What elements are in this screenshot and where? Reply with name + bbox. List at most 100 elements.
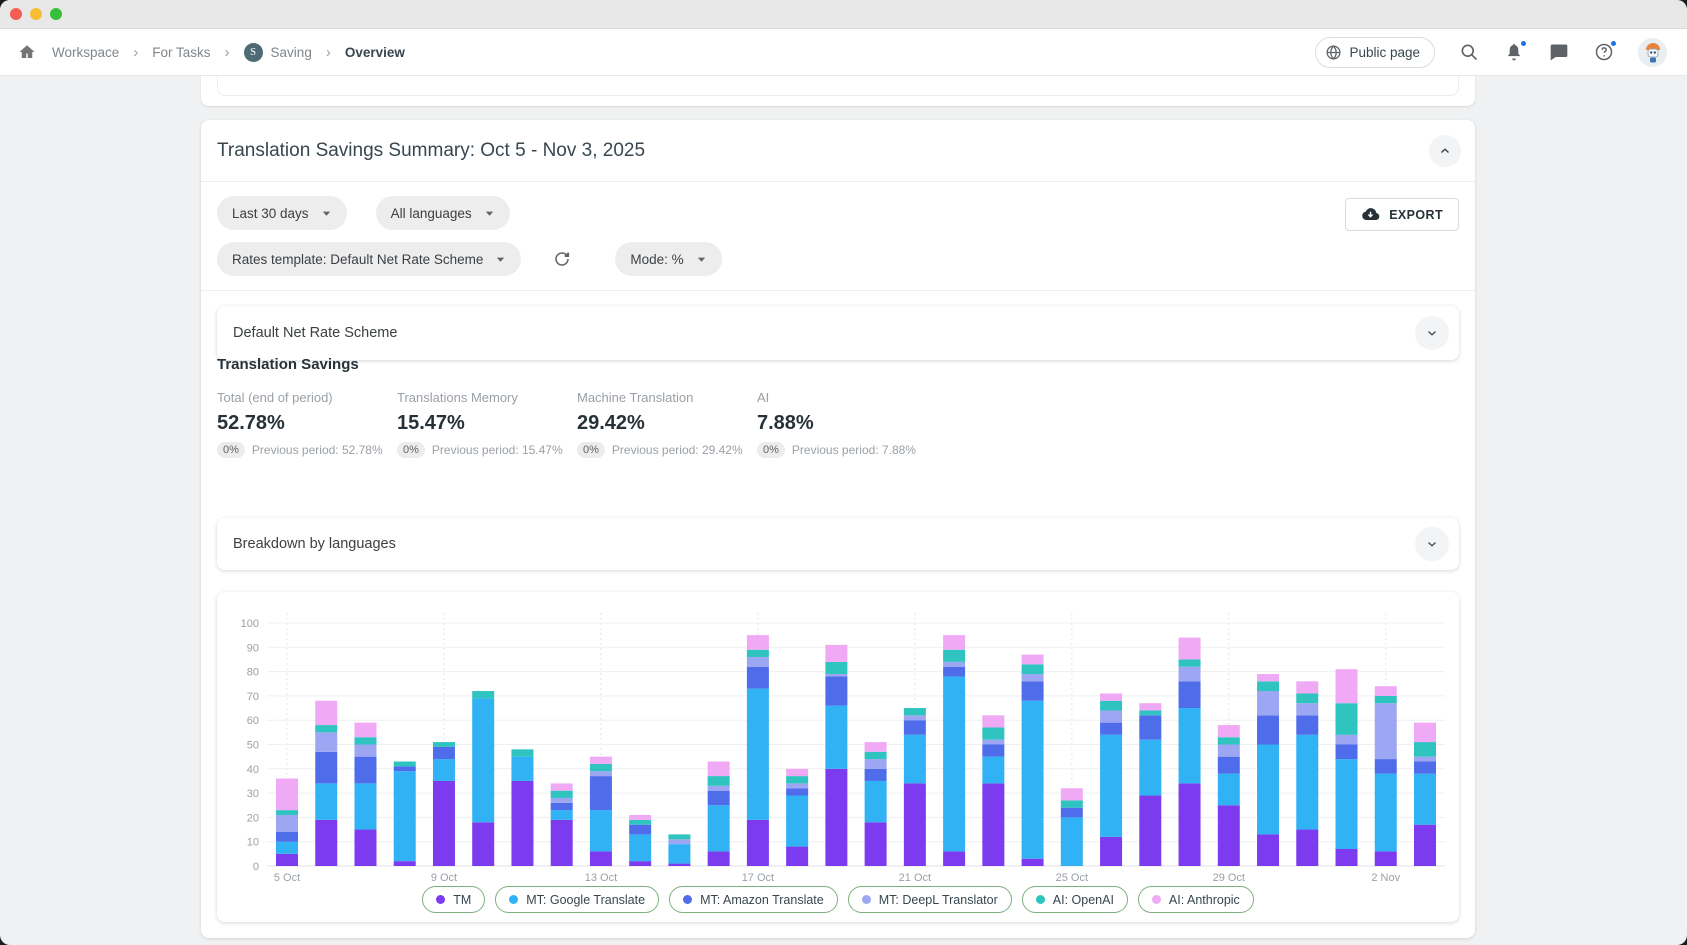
bar-segment[interactable] (276, 815, 298, 832)
bar-segment[interactable] (551, 783, 573, 790)
bar-segment[interactable] (1061, 788, 1083, 800)
bar-segment[interactable] (315, 732, 337, 751)
legend-item-mt-google-translate[interactable]: MT: Google Translate (495, 886, 659, 913)
bar-segment[interactable] (825, 676, 847, 705)
bar-segment[interactable] (1100, 701, 1122, 711)
bar-segment[interactable] (551, 803, 573, 810)
bar-segment[interactable] (1218, 737, 1240, 744)
bar-segment[interactable] (786, 769, 808, 776)
bar-segment[interactable] (276, 832, 298, 842)
bar-segment[interactable] (629, 815, 651, 820)
breadcrumb-item-workspace[interactable]: Workspace (52, 45, 119, 60)
bar-segment[interactable] (865, 759, 887, 769)
bar-segment[interactable] (1179, 783, 1201, 866)
bar-segment[interactable] (1218, 745, 1240, 757)
bar-segment[interactable] (1414, 825, 1436, 866)
bar-segment[interactable] (354, 745, 376, 757)
bar-segment[interactable] (1218, 774, 1240, 806)
bar-segment[interactable] (433, 781, 455, 866)
bar-segment[interactable] (1336, 745, 1358, 760)
bar-segment[interactable] (1179, 638, 1201, 660)
bar-segment[interactable] (511, 781, 533, 866)
bar-segment[interactable] (1061, 808, 1083, 818)
bar-segment[interactable] (943, 650, 965, 662)
bar-segment[interactable] (1414, 757, 1436, 762)
rate-scheme-expand-button[interactable] (1415, 316, 1449, 350)
bar-segment[interactable] (1179, 681, 1201, 708)
bar-segment[interactable] (1257, 674, 1279, 681)
home-icon[interactable] (16, 41, 38, 63)
bar-segment[interactable] (786, 847, 808, 866)
bar-segment[interactable] (590, 851, 612, 866)
bar-segment[interactable] (1100, 837, 1122, 866)
bar-segment[interactable] (315, 725, 337, 732)
bar-segment[interactable] (1296, 681, 1318, 693)
bar-segment[interactable] (668, 839, 690, 844)
bar-segment[interactable] (1336, 849, 1358, 866)
bar-segment[interactable] (590, 757, 612, 764)
bar-segment[interactable] (1296, 830, 1318, 866)
bar-segment[interactable] (1375, 759, 1397, 774)
bar-segment[interactable] (943, 676, 965, 851)
bar-segment[interactable] (1257, 691, 1279, 715)
bar-segment[interactable] (1179, 667, 1201, 682)
bar-segment[interactable] (472, 698, 494, 822)
languages-select[interactable]: All languages (376, 196, 510, 230)
bar-segment[interactable] (354, 783, 376, 829)
bar-segment[interactable] (825, 706, 847, 769)
bar-segment[interactable] (904, 783, 926, 866)
bar-segment[interactable] (982, 783, 1004, 866)
bar-segment[interactable] (786, 776, 808, 783)
bar-segment[interactable] (276, 854, 298, 866)
export-button[interactable]: EXPORT (1345, 198, 1459, 231)
bar-segment[interactable] (865, 752, 887, 759)
bar-segment[interactable] (786, 788, 808, 795)
bar-segment[interactable] (1414, 723, 1436, 742)
bar-segment[interactable] (825, 674, 847, 676)
bar-segment[interactable] (708, 786, 730, 791)
bar-segment[interactable] (276, 842, 298, 854)
bar-segment[interactable] (276, 810, 298, 815)
bar-segment[interactable] (354, 723, 376, 738)
bar-segment[interactable] (1218, 725, 1240, 737)
bar-segment[interactable] (747, 689, 769, 820)
bar-segment[interactable] (1022, 674, 1044, 681)
bar-segment[interactable] (1022, 859, 1044, 866)
breakdown-expand-button[interactable] (1415, 527, 1449, 561)
bar-segment[interactable] (982, 757, 1004, 784)
bar-segment[interactable] (511, 757, 533, 781)
bar-segment[interactable] (354, 757, 376, 784)
bar-segment[interactable] (433, 747, 455, 759)
bar-segment[interactable] (472, 691, 494, 698)
bar-segment[interactable] (708, 762, 730, 777)
bar-segment[interactable] (1139, 740, 1161, 796)
bar-segment[interactable] (1100, 693, 1122, 700)
bar-segment[interactable] (747, 820, 769, 866)
bar-segment[interactable] (590, 776, 612, 810)
bar-segment[interactable] (433, 742, 455, 747)
bar-segment[interactable] (1336, 759, 1358, 849)
bar-segment[interactable] (1139, 703, 1161, 710)
legend-item-mt-amazon-translate[interactable]: MT: Amazon Translate (669, 886, 838, 913)
user-avatar[interactable] (1638, 38, 1667, 67)
bar-segment[interactable] (1296, 703, 1318, 715)
bar-segment[interactable] (865, 742, 887, 752)
bar-segment[interactable] (1139, 796, 1161, 866)
bar-segment[interactable] (747, 667, 769, 689)
bar-segment[interactable] (394, 762, 416, 767)
bar-segment[interactable] (1375, 851, 1397, 866)
bar-segment[interactable] (354, 737, 376, 744)
public-page-button[interactable]: Public page (1315, 37, 1435, 68)
legend-item-ai-openai[interactable]: AI: OpenAI (1022, 886, 1128, 913)
bar-segment[interactable] (904, 735, 926, 784)
bar-segment[interactable] (433, 759, 455, 781)
bar-segment[interactable] (551, 810, 573, 820)
bar-segment[interactable] (943, 662, 965, 667)
bar-segment[interactable] (1375, 696, 1397, 703)
bar-segment[interactable] (943, 635, 965, 650)
bar-segment[interactable] (943, 851, 965, 866)
bar-segment[interactable] (1257, 834, 1279, 866)
bar-segment[interactable] (786, 783, 808, 788)
bar-segment[interactable] (1179, 659, 1201, 666)
bar-segment[interactable] (668, 864, 690, 866)
